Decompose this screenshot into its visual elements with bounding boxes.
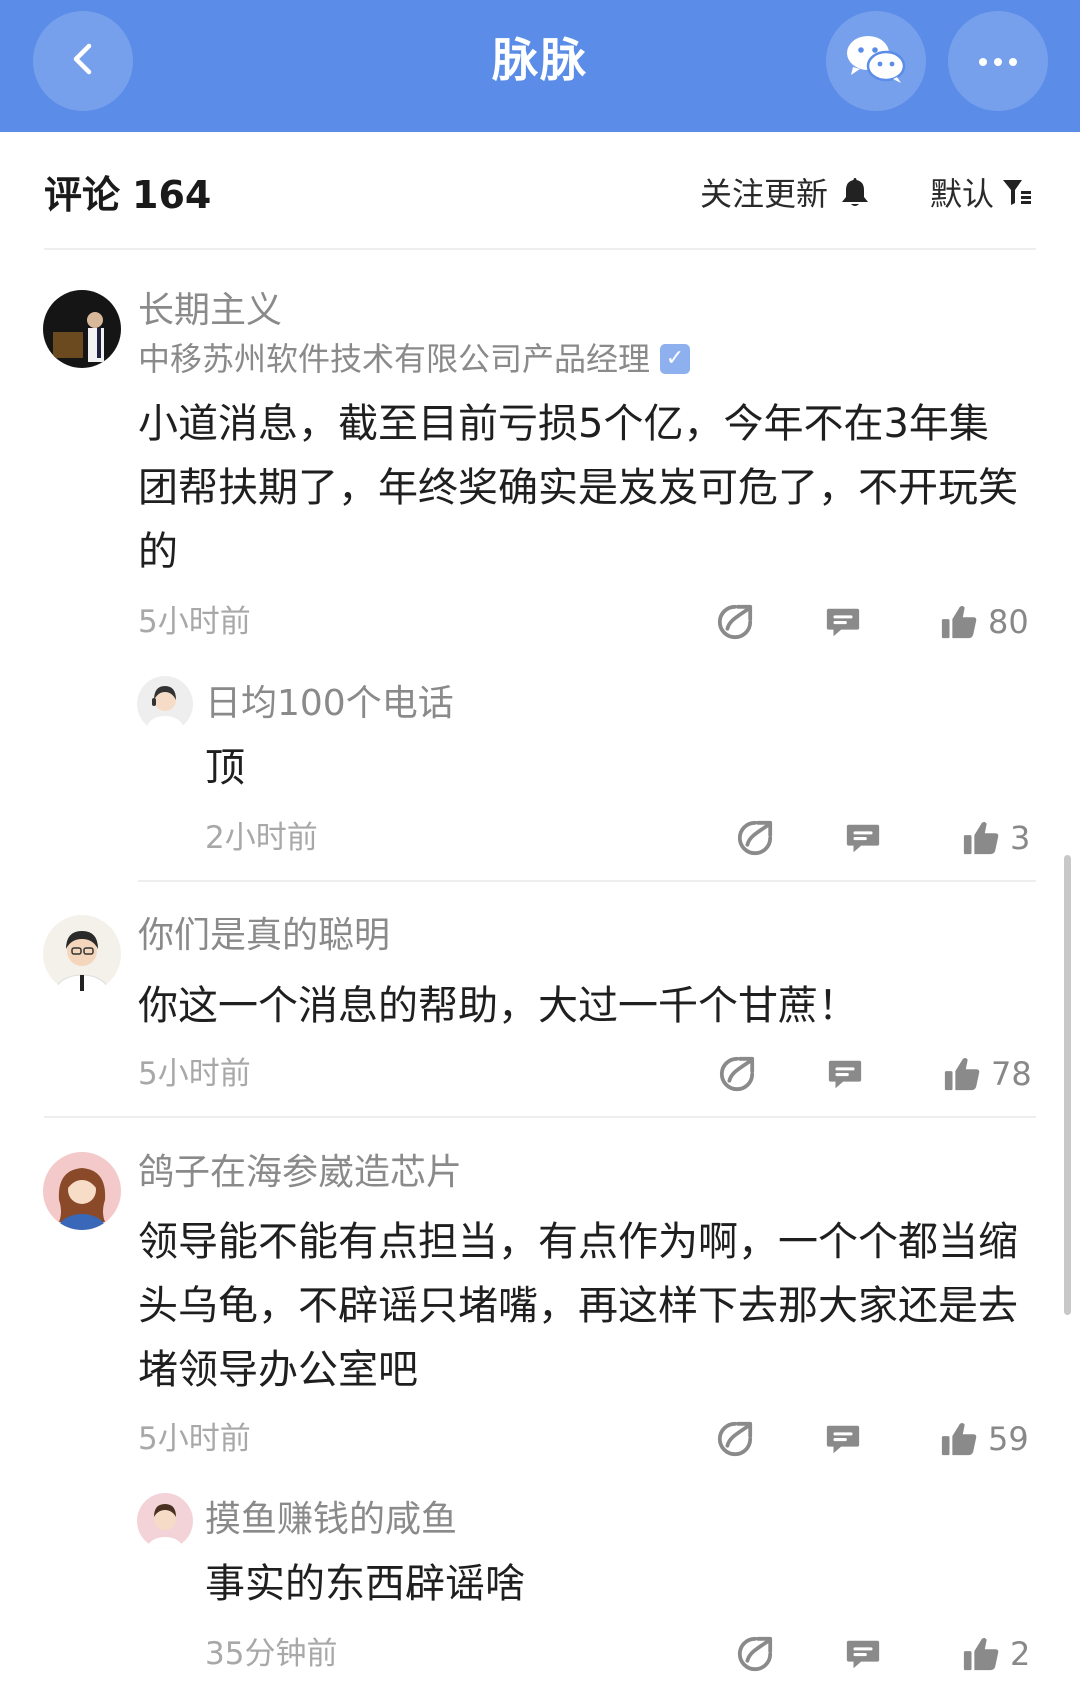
reply-avatar[interactable]	[137, 1493, 193, 1549]
like-count: 78	[991, 1055, 1032, 1093]
comments-count: 164	[132, 173, 212, 217]
reply-content: 顶	[205, 745, 245, 791]
share-button[interactable]	[715, 1052, 759, 1096]
like-button[interactable]: 78	[943, 1052, 1032, 1096]
comment-content: 你这一个消息的帮助，大过一千个甘蔗！	[138, 983, 858, 1029]
reply-avatar[interactable]	[137, 676, 193, 732]
share-icon	[716, 603, 754, 641]
more-dots-icon	[978, 52, 1018, 71]
reply-username[interactable]: 摸鱼赚钱的咸鱼	[205, 1494, 457, 1546]
reply-time: 35分钟前	[205, 1636, 338, 1672]
like-count: 2	[1010, 1635, 1031, 1673]
avatar[interactable]	[43, 290, 121, 368]
share-button[interactable]	[733, 816, 777, 860]
thumbs-up-icon	[962, 1635, 1000, 1673]
reply-button[interactable]	[821, 600, 865, 644]
like-count: 80	[988, 603, 1029, 641]
avatar[interactable]	[43, 1152, 121, 1230]
share-button[interactable]	[713, 600, 757, 644]
comments-header: 评论 164 关注更新 默认	[0, 132, 1080, 258]
reply-button[interactable]	[841, 816, 885, 860]
thumbs-up-icon	[940, 1420, 978, 1458]
comment-icon	[824, 603, 862, 641]
comments-title: 评论 164	[44, 168, 211, 222]
follow-updates-label: 关注更新	[700, 175, 829, 213]
thumbs-up-icon	[940, 603, 978, 641]
more-options-button[interactable]	[948, 11, 1048, 111]
share-icon	[718, 1055, 756, 1093]
wechat-icon	[845, 33, 907, 89]
sort-label: 默认	[930, 175, 995, 213]
like-button[interactable]: 59	[940, 1417, 1029, 1461]
sort-default-button[interactable]: 默认	[930, 170, 1032, 218]
like-button[interactable]: 80	[940, 600, 1029, 644]
reply-time: 2小时前	[205, 820, 318, 856]
share-icon	[736, 819, 774, 857]
share-icon	[716, 1420, 754, 1458]
header-divider	[44, 248, 1036, 250]
filter-icon	[1002, 177, 1032, 211]
comment-content: 领导能不能有点担当，有点作为啊，一个个都当缩头乌龟，不辟谣只堵嘴，再这样下去那大…	[138, 1219, 1018, 1393]
share-button[interactable]	[733, 1632, 777, 1676]
top-navigation-bar: 脉脉	[0, 0, 1080, 132]
like-button[interactable]: 2	[962, 1632, 1030, 1676]
avatar[interactable]	[43, 915, 121, 993]
comment-icon	[844, 1635, 882, 1673]
comment-time: 5小时前	[138, 1056, 251, 1092]
share-button[interactable]	[713, 1417, 757, 1461]
username[interactable]: 鸽子在海参崴造芯片	[138, 1147, 462, 1199]
comment-divider	[44, 1116, 1036, 1118]
comment-icon	[844, 819, 882, 857]
like-count: 3	[1010, 819, 1031, 857]
reply-button[interactable]	[823, 1052, 867, 1096]
share-icon	[736, 1635, 774, 1673]
comments-title-label: 评论	[44, 173, 121, 217]
comment-content: 小道消息，截至目前亏损5个亿，今年不在3年集团帮扶期了，年终奖确实是岌岌可危了，…	[138, 401, 1018, 575]
wechat-share-button[interactable]	[826, 11, 926, 111]
thumbs-up-icon	[962, 819, 1000, 857]
verified-badge-icon: ✓	[660, 344, 691, 374]
comment-icon	[826, 1055, 864, 1093]
reply-content: 事实的东西辟谣啥	[205, 1561, 525, 1607]
thumbs-up-icon	[943, 1055, 981, 1093]
comment-time: 5小时前	[138, 1421, 251, 1457]
comment-icon	[824, 1420, 862, 1458]
username[interactable]: 长期主义	[138, 285, 282, 337]
company-title: 中移苏州软件技术有限公司产品经理	[138, 340, 651, 378]
follow-updates-button[interactable]: 关注更新	[700, 170, 870, 218]
reply-username[interactable]: 日均100个电话	[205, 678, 454, 730]
username[interactable]: 你们是真的聪明	[138, 910, 390, 962]
like-count: 59	[988, 1420, 1029, 1458]
scrollbar[interactable]	[1064, 855, 1071, 1315]
reply-button[interactable]	[821, 1417, 865, 1461]
comment-divider	[138, 880, 1036, 882]
bell-icon	[840, 176, 870, 212]
user-subtitle: 中移苏州软件技术有限公司产品经理 ✓	[138, 336, 691, 382]
reply-button[interactable]	[841, 1632, 885, 1676]
like-button[interactable]: 3	[962, 816, 1030, 860]
comment-time: 5小时前	[138, 604, 251, 640]
